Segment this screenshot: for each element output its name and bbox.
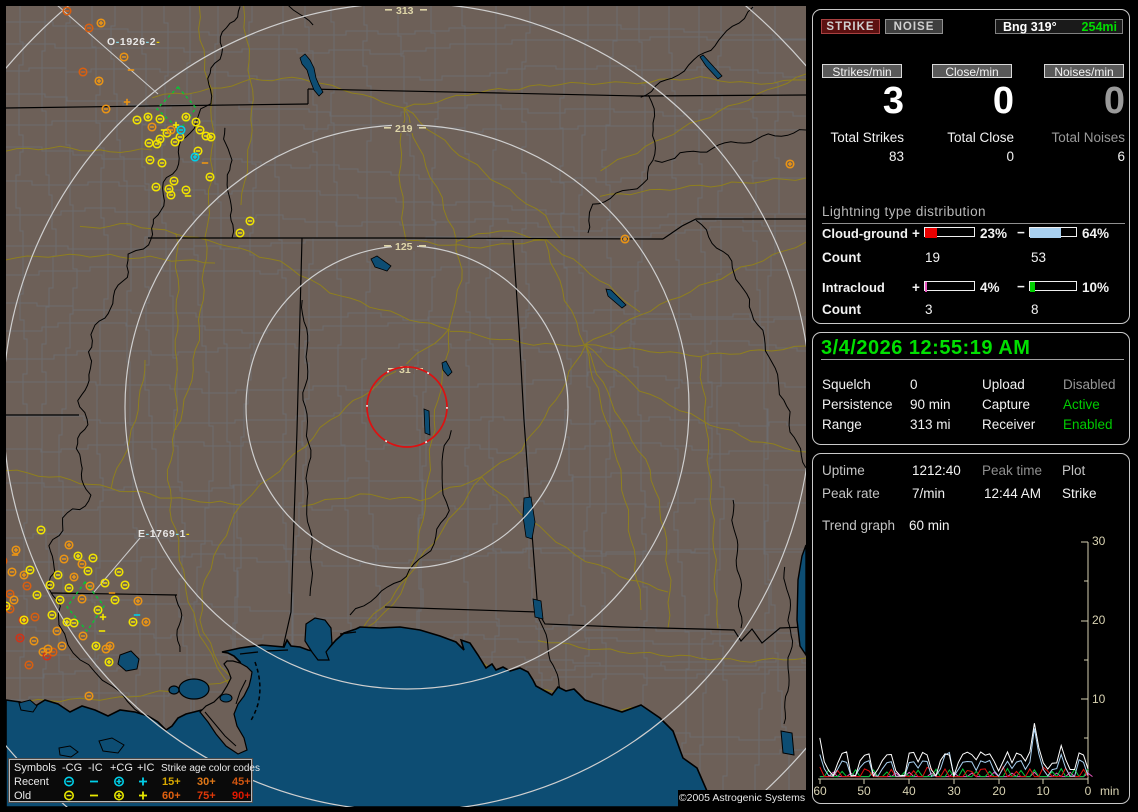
- svg-text:219: 219: [395, 123, 413, 135]
- svg-text:30: 30: [947, 784, 961, 798]
- svg-text:O-1926-2-: O-1926-2-: [107, 36, 160, 48]
- svg-text:20: 20: [992, 784, 1006, 798]
- svg-text:E-1769-1-: E-1769-1-: [138, 528, 190, 540]
- svg-text:20: 20: [1092, 613, 1106, 627]
- svg-text:30: 30: [1092, 534, 1106, 548]
- svg-text:10: 10: [1036, 784, 1050, 798]
- svg-text:0: 0: [1085, 784, 1092, 798]
- svg-text:40: 40: [902, 784, 916, 798]
- svg-text:50: 50: [857, 784, 871, 798]
- svg-text:60: 60: [813, 784, 827, 798]
- svg-text:10: 10: [1092, 692, 1106, 706]
- svg-text:min: min: [1100, 784, 1119, 798]
- svg-text:313: 313: [396, 6, 414, 17]
- svg-text:125: 125: [395, 241, 413, 253]
- svg-text:31: 31: [399, 364, 411, 376]
